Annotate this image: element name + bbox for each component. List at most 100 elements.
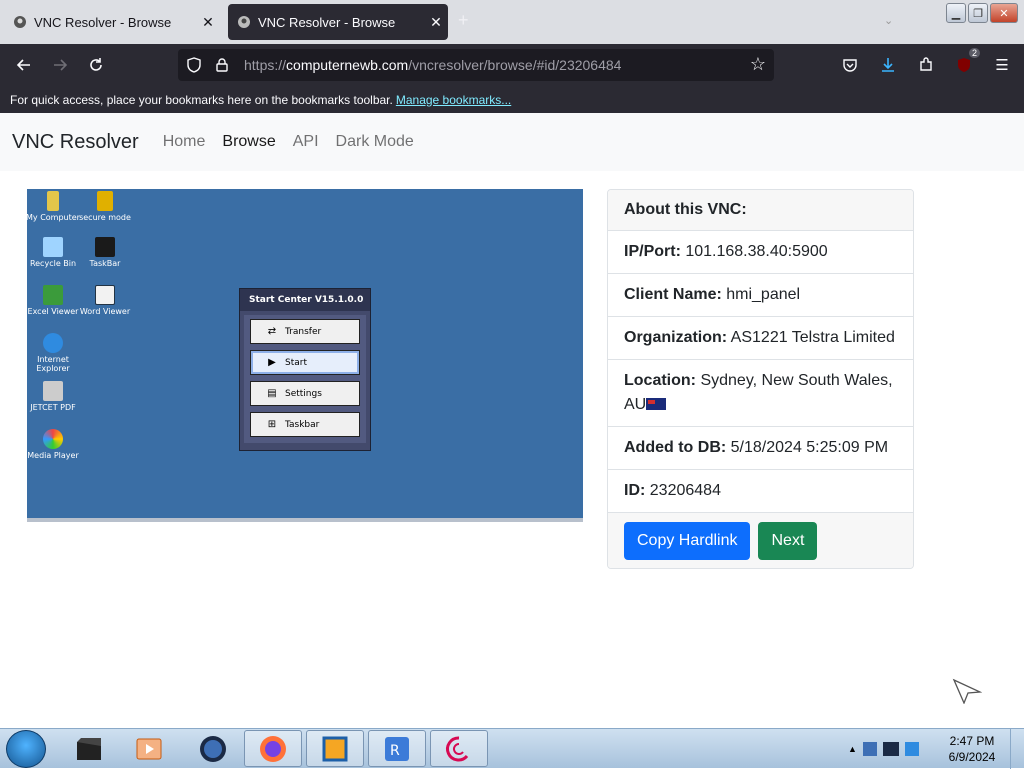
desktop-icon-label: Word Viewer <box>79 307 131 316</box>
page-content: VNC Resolver Home Browse API Dark Mode M… <box>0 113 1024 728</box>
desktop-icon-label: TaskBar <box>89 259 121 268</box>
row-label: Client Name: <box>624 286 722 303</box>
tab-close-icon[interactable]: ✕ <box>196 14 220 31</box>
vnc-screenshot: My Computer secure mode Recycle Bin Task… <box>27 189 583 522</box>
desktop-icon-label: JETCET PDF <box>30 403 76 412</box>
desktop-icon-taskbar: TaskBar <box>77 237 133 268</box>
start-button: ▶ Start <box>250 350 360 375</box>
tab-vnc-resolver-2[interactable]: VNC Resolver - Browse ✕ <box>228 4 448 40</box>
manage-bookmarks-link[interactable]: Manage bookmarks... <box>396 93 511 107</box>
play-icon: ▶ <box>268 357 276 368</box>
url-text: https://computernewb.com/vncresolver/bro… <box>244 57 621 73</box>
desktop-icon-recycle-bin: Recycle Bin <box>27 237 81 268</box>
tray-vm-icon[interactable] <box>862 742 877 756</box>
taskbar-app-firefox-icon[interactable] <box>244 730 302 767</box>
site-navbar: VNC Resolver Home Browse API Dark Mode <box>0 113 1024 171</box>
desktop-icon-label: secure mode <box>79 213 131 222</box>
lock-icon <box>97 191 113 211</box>
restore-icon[interactable]: ❐ <box>968 3 988 23</box>
minimize-icon[interactable]: ▁ <box>946 3 966 23</box>
ublock-origin-icon[interactable]: 2 <box>952 48 980 77</box>
tab-close-icon[interactable]: ✕ <box>424 14 448 31</box>
row-value: 23206484 <box>649 482 721 499</box>
row-value: AS1221 Telstra Limited <box>730 329 895 346</box>
url-bar[interactable]: https://computernewb.com/vncresolver/bro… <box>178 49 774 81</box>
list-all-tabs-icon[interactable]: ⌄ <box>884 14 893 27</box>
desktop-icon-internet-explorer: Internet Explorer <box>27 333 81 373</box>
show-desktop-button[interactable] <box>1010 729 1024 769</box>
nav-link-browse[interactable]: Browse <box>222 133 275 151</box>
excel-icon <box>43 285 63 305</box>
taskbar-button: ⊞ Taskbar <box>250 412 360 437</box>
taskbar-app-virtualbox-icon[interactable] <box>306 730 364 767</box>
window-controls: ▁ ❐ ✕ <box>946 3 1018 23</box>
australia-flag-icon <box>646 398 667 410</box>
windows-taskbar: R ▲ 2:47 PM 6/9/2024 <box>0 728 1024 769</box>
settings-window-icon: ▤ <box>267 388 277 399</box>
desktop-icon-my-computer: My Computer <box>27 191 81 222</box>
info-row-organization: Organization: AS1221 Telstra Limited <box>608 317 913 360</box>
extension-badge: 2 <box>968 48 980 58</box>
bookmarks-hint: For quick access, place your bookmarks h… <box>10 92 393 107</box>
show-hidden-icons-icon[interactable]: ▲ <box>848 744 857 754</box>
menu-icon[interactable]: ☰ <box>990 53 1014 77</box>
taskbar-app-debian-icon[interactable] <box>430 730 488 767</box>
taskbar-app-vmware-icon[interactable] <box>60 730 118 767</box>
tab-title: VNC Resolver - Browse <box>34 14 172 30</box>
site-brand[interactable]: VNC Resolver <box>12 131 139 154</box>
vnc-info-card: About this VNC: IP/Port: 101.168.38.40:5… <box>607 189 914 569</box>
pocket-icon[interactable] <box>838 53 862 77</box>
row-label: Location: <box>624 372 696 389</box>
toolbar-icons: 2 ☰ <box>838 48 1014 77</box>
close-window-icon[interactable]: ✕ <box>990 3 1018 23</box>
desktop-icon-excel-viewer: Excel Viewer <box>27 285 81 316</box>
taskbar-clock[interactable]: 2:47 PM 6/9/2024 <box>940 733 1004 765</box>
new-tab-icon[interactable]: + <box>458 10 469 31</box>
taskbar-app-realvnc-icon[interactable]: R <box>368 730 426 767</box>
next-button[interactable]: Next <box>758 521 818 560</box>
copy-hardlink-button[interactable]: Copy Hardlink <box>624 521 751 560</box>
url-prefix: https:// <box>244 57 287 73</box>
extensions-icon[interactable] <box>914 53 938 77</box>
info-row-client-name: Client Name: hmi_panel <box>608 274 913 317</box>
windows-flag-icon <box>95 237 115 257</box>
desktop-icon-word-viewer: Word Viewer <box>77 285 133 316</box>
nav-link-api[interactable]: API <box>293 133 319 151</box>
bookmark-star-icon[interactable]: ☆ <box>750 54 766 75</box>
nav-link-home[interactable]: Home <box>163 133 206 151</box>
navigation-toolbar: https://computernewb.com/vncresolver/bro… <box>0 44 1024 86</box>
tray-network-icon[interactable] <box>904 742 919 756</box>
vnc-resolver-favicon-icon <box>12 14 28 30</box>
downloads-icon[interactable] <box>876 53 900 77</box>
row-label: IP/Port: <box>624 243 681 260</box>
settings-label: Settings <box>285 388 322 399</box>
desktop-icon-label: Media Player <box>27 451 79 460</box>
nav-link-dark-mode[interactable]: Dark Mode <box>336 133 414 151</box>
start-label: Start <box>285 357 307 368</box>
row-value: hmi_panel <box>726 286 801 303</box>
url-host: computernewb.com <box>286 57 409 73</box>
forward-icon[interactable] <box>48 53 72 77</box>
reload-icon[interactable] <box>84 53 108 77</box>
mouse-pointer-icon <box>952 678 982 704</box>
tray-device-icon[interactable] <box>882 742 899 756</box>
svg-text:R: R <box>390 743 400 759</box>
tab-vnc-resolver-1[interactable]: VNC Resolver - Browse ✕ <box>4 4 220 40</box>
info-row-id: ID: 23206484 <box>608 470 913 513</box>
row-label: Added to DB: <box>624 439 727 456</box>
info-row-added-to-db: Added to DB: 5/18/2024 5:25:09 PM <box>608 427 913 470</box>
clock-time: 2:47 PM <box>949 734 995 748</box>
row-label: ID: <box>624 482 646 499</box>
taskbar-app-globe-icon[interactable] <box>184 730 242 767</box>
transfer-arrows-icon: ⇄ <box>267 326 277 337</box>
internet-explorer-icon <box>43 333 63 353</box>
lock-icon[interactable] <box>210 53 234 77</box>
start-center-title: Start Center V15.1.0.0 <box>240 289 370 311</box>
desktop-icon-label: Recycle Bin <box>29 259 77 268</box>
tracking-protection-shield-icon[interactable] <box>182 53 206 77</box>
start-center-window: Start Center V15.1.0.0 ⇄ Transfer ▶ Star… <box>239 288 371 451</box>
start-orb-icon[interactable] <box>6 730 46 768</box>
back-icon[interactable] <box>12 53 36 77</box>
taskbar-app-media-player-icon[interactable] <box>120 730 178 767</box>
row-value: 101.168.38.40:5900 <box>685 243 828 260</box>
